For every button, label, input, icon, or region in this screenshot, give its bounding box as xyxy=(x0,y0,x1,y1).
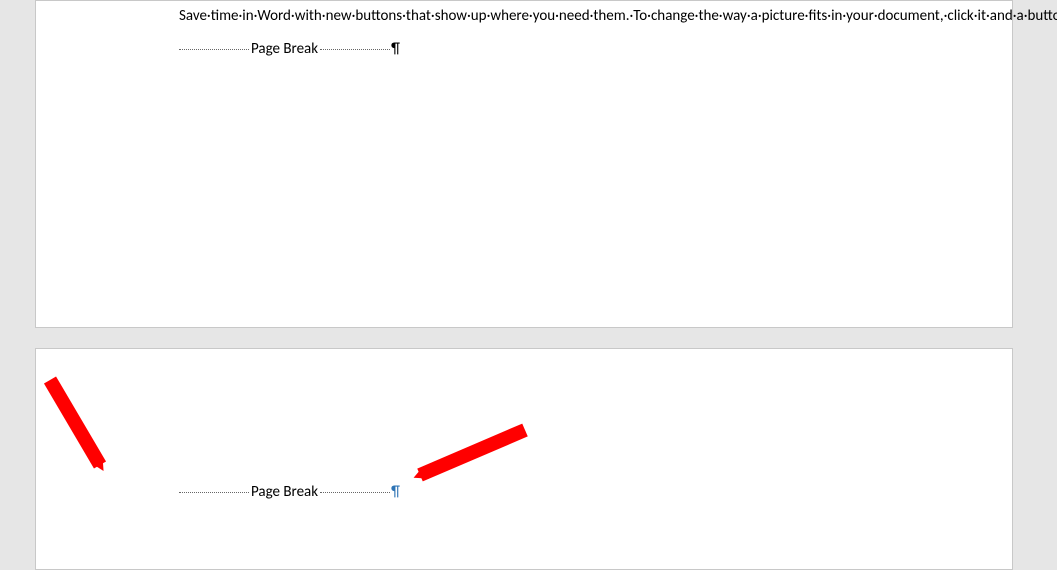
page-break-dots-left xyxy=(179,492,249,493)
page-break-label: Page Break xyxy=(249,40,320,58)
page-break-dots-right xyxy=(320,492,390,493)
page-break-dots-right xyxy=(320,49,390,50)
document-page-2[interactable]: Page Break ¶ xyxy=(35,348,1013,570)
page-break-label: Page Break xyxy=(249,483,320,501)
pilcrow-mark: ¶ xyxy=(390,40,400,58)
page-break-indicator-1[interactable]: Page Break ¶ xyxy=(179,40,869,58)
page-break-dots-left xyxy=(179,49,249,50)
document-page-1[interactable]: Save·time·in·Word·with·new·buttons·that·… xyxy=(35,0,1013,328)
page-break-indicator-2[interactable]: Page Break ¶ xyxy=(179,483,869,501)
pilcrow-mark-selected: ¶ xyxy=(390,483,400,501)
paragraph-text[interactable]: Save·time·in·Word·with·new·buttons·that·… xyxy=(179,6,869,26)
